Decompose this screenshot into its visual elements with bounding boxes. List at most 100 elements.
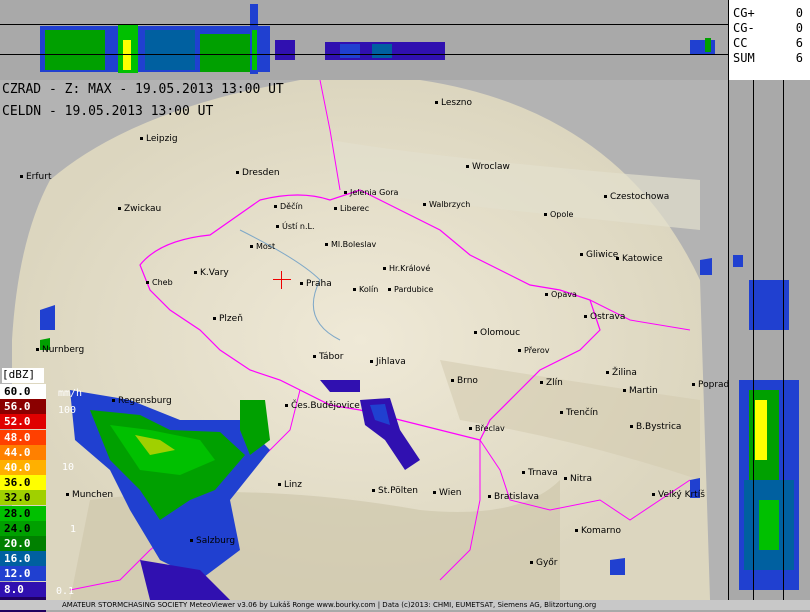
city-dot bbox=[372, 489, 375, 492]
city-dot bbox=[474, 331, 477, 334]
city-label: Trenčín bbox=[560, 408, 598, 418]
city-label: Nitra bbox=[564, 474, 592, 484]
city-label: Linz bbox=[278, 480, 302, 490]
city-dot bbox=[560, 411, 563, 414]
legend-item: 24.0 bbox=[0, 520, 46, 536]
radar-title: CZRAD - Z: MAX - 19.05.2013 13:00 UT bbox=[2, 82, 284, 97]
city-label: Gliwice bbox=[580, 250, 618, 260]
city-dot bbox=[140, 137, 143, 140]
city-label: Břeclav bbox=[469, 424, 505, 433]
city-dot bbox=[469, 427, 472, 430]
city-dot bbox=[623, 389, 626, 392]
legend-item: 60.0 bbox=[0, 384, 46, 399]
city-label: Munchen bbox=[66, 490, 113, 500]
city-label: Erfurt bbox=[20, 172, 52, 182]
top-echo-profile bbox=[40, 4, 715, 74]
city-dot bbox=[334, 207, 337, 210]
city-label: Pardubice bbox=[388, 285, 433, 294]
legend-item: 40.0 bbox=[0, 460, 46, 475]
city-dot bbox=[540, 381, 543, 384]
city-dot bbox=[146, 281, 149, 284]
city-dot bbox=[630, 425, 633, 428]
city-dot bbox=[353, 288, 356, 291]
stat-label: CG+ bbox=[733, 6, 755, 20]
city-dot bbox=[20, 175, 23, 178]
city-label: Wien bbox=[433, 488, 461, 498]
city-dot bbox=[575, 529, 578, 532]
city-dot bbox=[530, 561, 533, 564]
city-label: Praha bbox=[300, 279, 332, 289]
stat-cc: CC 6 bbox=[733, 36, 807, 50]
city-label: Olomouc bbox=[474, 328, 520, 338]
city-dot bbox=[518, 349, 521, 352]
radar-map[interactable]: CZRAD - Z: MAX - 19.05.2013 13:00 UT CEL… bbox=[0, 80, 728, 600]
stat-cg-minus: CG- 0 bbox=[733, 21, 807, 35]
legend-item: 20.0 bbox=[0, 536, 46, 551]
city-dot bbox=[580, 253, 583, 256]
legend-item: 8.0 bbox=[0, 581, 46, 597]
city-label: Děčín bbox=[274, 202, 303, 211]
city-dot bbox=[112, 399, 115, 402]
city-dot bbox=[313, 355, 316, 358]
city-dot bbox=[344, 191, 347, 194]
city-label: Opava bbox=[545, 290, 577, 299]
city-dot bbox=[544, 213, 547, 216]
city-dot bbox=[274, 205, 277, 208]
city-dot bbox=[584, 315, 587, 318]
city-label: Trnava bbox=[522, 468, 558, 478]
legend-item: 16.0 bbox=[0, 551, 46, 567]
city-dot bbox=[250, 245, 253, 248]
legend-item: 28.0 bbox=[0, 505, 46, 521]
city-label: Zlín bbox=[540, 378, 563, 388]
city-dot bbox=[606, 371, 609, 374]
city-dot bbox=[370, 360, 373, 363]
city-label: Cheb bbox=[146, 278, 173, 287]
city-label: St.Pölten bbox=[372, 486, 418, 496]
legend-item: 52.0 bbox=[0, 414, 46, 430]
city-label: Žilina bbox=[606, 368, 637, 378]
city-label: Martin bbox=[623, 386, 658, 396]
city-label: Komarno bbox=[575, 526, 621, 536]
right-projection-strip bbox=[728, 80, 810, 600]
city-dot bbox=[66, 493, 69, 496]
city-dot bbox=[435, 101, 438, 104]
city-dot bbox=[692, 383, 695, 386]
city-dot bbox=[194, 271, 197, 274]
city-label: Ml.Boleslav bbox=[325, 240, 376, 249]
city-dot bbox=[190, 539, 193, 542]
city-dot bbox=[564, 477, 567, 480]
city-label: Čes.Budějovice bbox=[285, 401, 360, 411]
city-label: Liberec bbox=[334, 204, 369, 213]
lightning-title: CELDN - 19.05.2013 13:00 UT bbox=[2, 104, 214, 119]
legend-item: 12.0 bbox=[0, 566, 46, 582]
city-label: Opole bbox=[544, 210, 573, 219]
city-dot bbox=[236, 171, 239, 174]
city-dot bbox=[423, 203, 426, 206]
city-dot bbox=[604, 195, 607, 198]
city-dot bbox=[118, 207, 121, 210]
lightning-stats-panel: CG+ 0 CG- 0 CC 6 SUM 6 bbox=[728, 0, 810, 81]
city-dot bbox=[451, 379, 454, 382]
city-dot bbox=[285, 404, 288, 407]
legend-header: [dBZ] bbox=[2, 368, 44, 383]
city-dot bbox=[433, 491, 436, 494]
legend-item: 56.0 bbox=[0, 399, 46, 415]
stat-value: 6 bbox=[795, 36, 803, 50]
city-label: Nurnberg bbox=[36, 345, 84, 355]
strip-line bbox=[753, 80, 754, 600]
city-dot bbox=[466, 165, 469, 168]
city-label: Zwickau bbox=[118, 204, 161, 214]
stat-cg-plus: CG+ 0 bbox=[733, 6, 807, 20]
strip-line bbox=[0, 54, 728, 55]
city-label: Hr.Králové bbox=[383, 264, 430, 273]
city-dot bbox=[616, 257, 619, 260]
footer-credits: AMATEUR STORMCHASING SOCIETY MeteoViewer… bbox=[0, 600, 810, 610]
map-canvas bbox=[12, 80, 712, 600]
rain-scale-label: 100 bbox=[58, 405, 77, 416]
stat-label: CC bbox=[733, 36, 748, 50]
city-label: Velký Krtíš bbox=[652, 490, 705, 500]
city-label: Walbrzych bbox=[423, 200, 470, 209]
city-dot bbox=[488, 495, 491, 498]
city-label: Katowice bbox=[616, 254, 663, 264]
city-label: Győr bbox=[530, 558, 558, 568]
